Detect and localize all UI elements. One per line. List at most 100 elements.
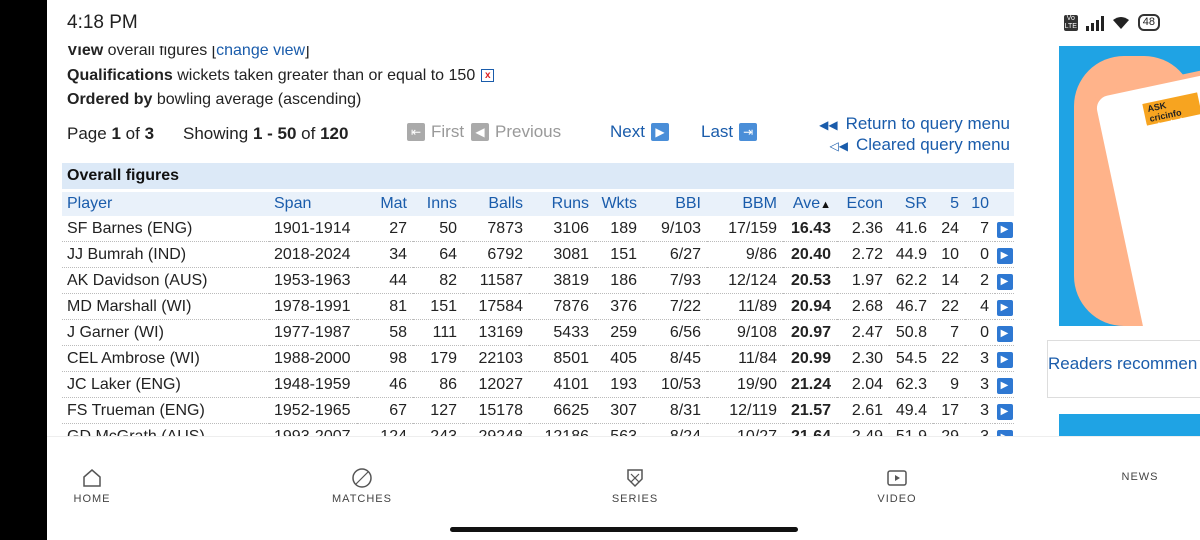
secondary-ad[interactable] xyxy=(1059,414,1200,436)
remove-qualification-icon[interactable]: x xyxy=(481,69,495,83)
cell-balls: 11587 xyxy=(463,267,529,294)
play-arrow-icon[interactable]: ▶ xyxy=(996,404,1013,420)
cell-sr: 51.9 xyxy=(889,423,933,436)
play-arrow-icon[interactable]: ▶ xyxy=(996,352,1013,368)
row-action-cell: ▶ xyxy=(995,397,1014,424)
cell-wkts: 405 xyxy=(595,345,643,372)
nav-matches[interactable]: MATCHES xyxy=(302,467,422,505)
cell-wkts: 259 xyxy=(595,319,643,346)
cell-player[interactable]: AK Davidson (AUS) xyxy=(62,267,269,294)
cell-econ: 2.49 xyxy=(837,423,889,436)
row-action-cell: ▶ xyxy=(995,423,1014,436)
header-row: Player Span Mat Inns Balls Runs Wkts BBI… xyxy=(62,192,1014,216)
table-row: AK Davidson (AUS) 1953-1963 44 82 11587 3819 1… xyxy=(62,267,1014,294)
cell-wkts: 193 xyxy=(595,371,643,398)
col-span[interactable]: Span xyxy=(269,192,357,216)
clock: 4:18 PM xyxy=(67,12,138,33)
return-query-link[interactable]: ◀◀ Return to query menu xyxy=(819,114,1010,135)
nav-home[interactable]: HOME xyxy=(47,467,152,505)
cell-ave: 16.43 xyxy=(783,216,837,242)
col-mat[interactable]: Mat xyxy=(357,192,413,216)
play-arrow-icon[interactable]: ▶ xyxy=(996,248,1013,264)
col-player[interactable]: Player xyxy=(62,192,269,216)
col-5[interactable]: 5 xyxy=(933,192,965,216)
col-sr[interactable]: SR xyxy=(889,192,933,216)
col-ave[interactable]: Ave▲ xyxy=(783,192,837,216)
cell-econ: 2.72 xyxy=(837,241,889,268)
cell-balls: 17584 xyxy=(463,293,529,320)
cell-econ: 2.04 xyxy=(837,371,889,398)
showing-total: 120 xyxy=(320,124,349,143)
next-label[interactable]: Next xyxy=(610,122,645,142)
row-action-cell: ▶ xyxy=(995,216,1014,242)
cell-player[interactable]: FS Trueman (ENG) xyxy=(62,397,269,424)
cell-span: 1953-1963 xyxy=(269,267,357,294)
cell-wkts: 563 xyxy=(595,423,643,436)
cell-mat: 98 xyxy=(357,345,413,372)
table-row: CEL Ambrose (WI) 1988-2000 98 179 22103 8501 4… xyxy=(62,345,1014,372)
cell-5: 10 xyxy=(933,241,965,268)
cell-player[interactable]: JJ Bumrah (IND) xyxy=(62,241,269,268)
gesture-handle[interactable] xyxy=(450,527,798,532)
readers-recommend-panel[interactable]: Readers recommen xyxy=(1047,340,1200,398)
play-arrow-icon[interactable]: ▶ xyxy=(996,274,1013,290)
cell-wkts: 189 xyxy=(595,216,643,242)
col-bbm[interactable]: BBM xyxy=(707,192,783,216)
last-page-button[interactable]: Last ⇥ xyxy=(701,122,758,142)
next-page-button[interactable]: Next ▶ xyxy=(610,122,669,142)
nav-series[interactable]: SERIES xyxy=(575,467,695,505)
home-icon xyxy=(83,469,101,487)
cleared-query-link[interactable]: ◁◀ Cleared query menu xyxy=(819,135,1011,156)
cell-player[interactable]: MD Marshall (WI) xyxy=(62,293,269,320)
cell-ave: 20.99 xyxy=(783,345,837,372)
cell-player[interactable]: SF Barnes (ENG) xyxy=(62,216,269,242)
cell-balls: 6792 xyxy=(463,241,529,268)
last-page-icon[interactable]: ⇥ xyxy=(739,123,758,141)
cell-player[interactable]: GD McGrath (AUS) xyxy=(62,423,269,436)
cell-player[interactable]: J Garner (WI) xyxy=(62,319,269,346)
table-row: JJ Bumrah (IND) 2018-2024 34 64 6792 3081 151 6… xyxy=(62,241,1014,268)
last-label[interactable]: Last xyxy=(701,122,733,142)
cell-bbm: 17/159 xyxy=(707,216,783,242)
col-10[interactable]: 10 xyxy=(965,192,995,216)
play-arrow-icon[interactable]: ▶ xyxy=(996,222,1013,238)
bottom-navigation: HOME MATCHES SERIES VIDEO NEWS xyxy=(47,436,1200,540)
qualifications-line: Qualifications wickets taken greater tha… xyxy=(67,67,495,85)
play-arrow-icon[interactable]: ▶ xyxy=(996,326,1013,342)
col-inns[interactable]: Inns xyxy=(413,192,463,216)
col-wkts[interactable]: Wkts xyxy=(595,192,643,216)
cleared-label[interactable]: Cleared query menu xyxy=(856,135,1010,154)
col-bbi[interactable]: BBI xyxy=(643,192,707,216)
ask-cricinfo-ad[interactable]: ASK cricinfo What stats are you searchin… xyxy=(1059,46,1200,326)
col-runs[interactable]: Runs xyxy=(529,192,595,216)
change-view-link[interactable]: change view xyxy=(216,46,305,59)
cricket-ball-icon xyxy=(352,468,372,488)
cell-bbm: 12/124 xyxy=(707,267,783,294)
cell-player[interactable]: CEL Ambrose (WI) xyxy=(62,345,269,372)
col-econ[interactable]: Econ xyxy=(837,192,889,216)
cell-mat: 67 xyxy=(357,397,413,424)
col-balls[interactable]: Balls xyxy=(463,192,529,216)
cell-balls: 7873 xyxy=(463,216,529,242)
play-arrow-icon[interactable]: ▶ xyxy=(996,378,1013,394)
trophy-icon xyxy=(627,469,643,488)
return-label[interactable]: Return to query menu xyxy=(846,114,1010,133)
cell-balls: 12027 xyxy=(463,371,529,398)
nav-news[interactable]: NEWS xyxy=(1080,471,1200,483)
cell-player[interactable]: JC Laker (ENG) xyxy=(62,371,269,398)
cell-5: 9 xyxy=(933,371,965,398)
play-arrow-icon[interactable]: ▶ xyxy=(996,300,1013,316)
cell-econ: 1.97 xyxy=(837,267,889,294)
cell-10: 0 xyxy=(965,319,995,346)
cell-10: 3 xyxy=(965,397,995,424)
cell-10: 4 xyxy=(965,293,995,320)
row-action-cell: ▶ xyxy=(995,241,1014,268)
nav-home-label: HOME xyxy=(73,493,111,505)
nav-video[interactable]: VIDEO xyxy=(837,467,957,505)
page-count: 3 xyxy=(144,124,155,143)
page-of: of xyxy=(125,124,140,143)
cell-10: 2 xyxy=(965,267,995,294)
next-arrow-icon[interactable]: ▶ xyxy=(650,123,669,141)
cell-span: 1988-2000 xyxy=(269,345,357,372)
cell-span: 2018-2024 xyxy=(269,241,357,268)
